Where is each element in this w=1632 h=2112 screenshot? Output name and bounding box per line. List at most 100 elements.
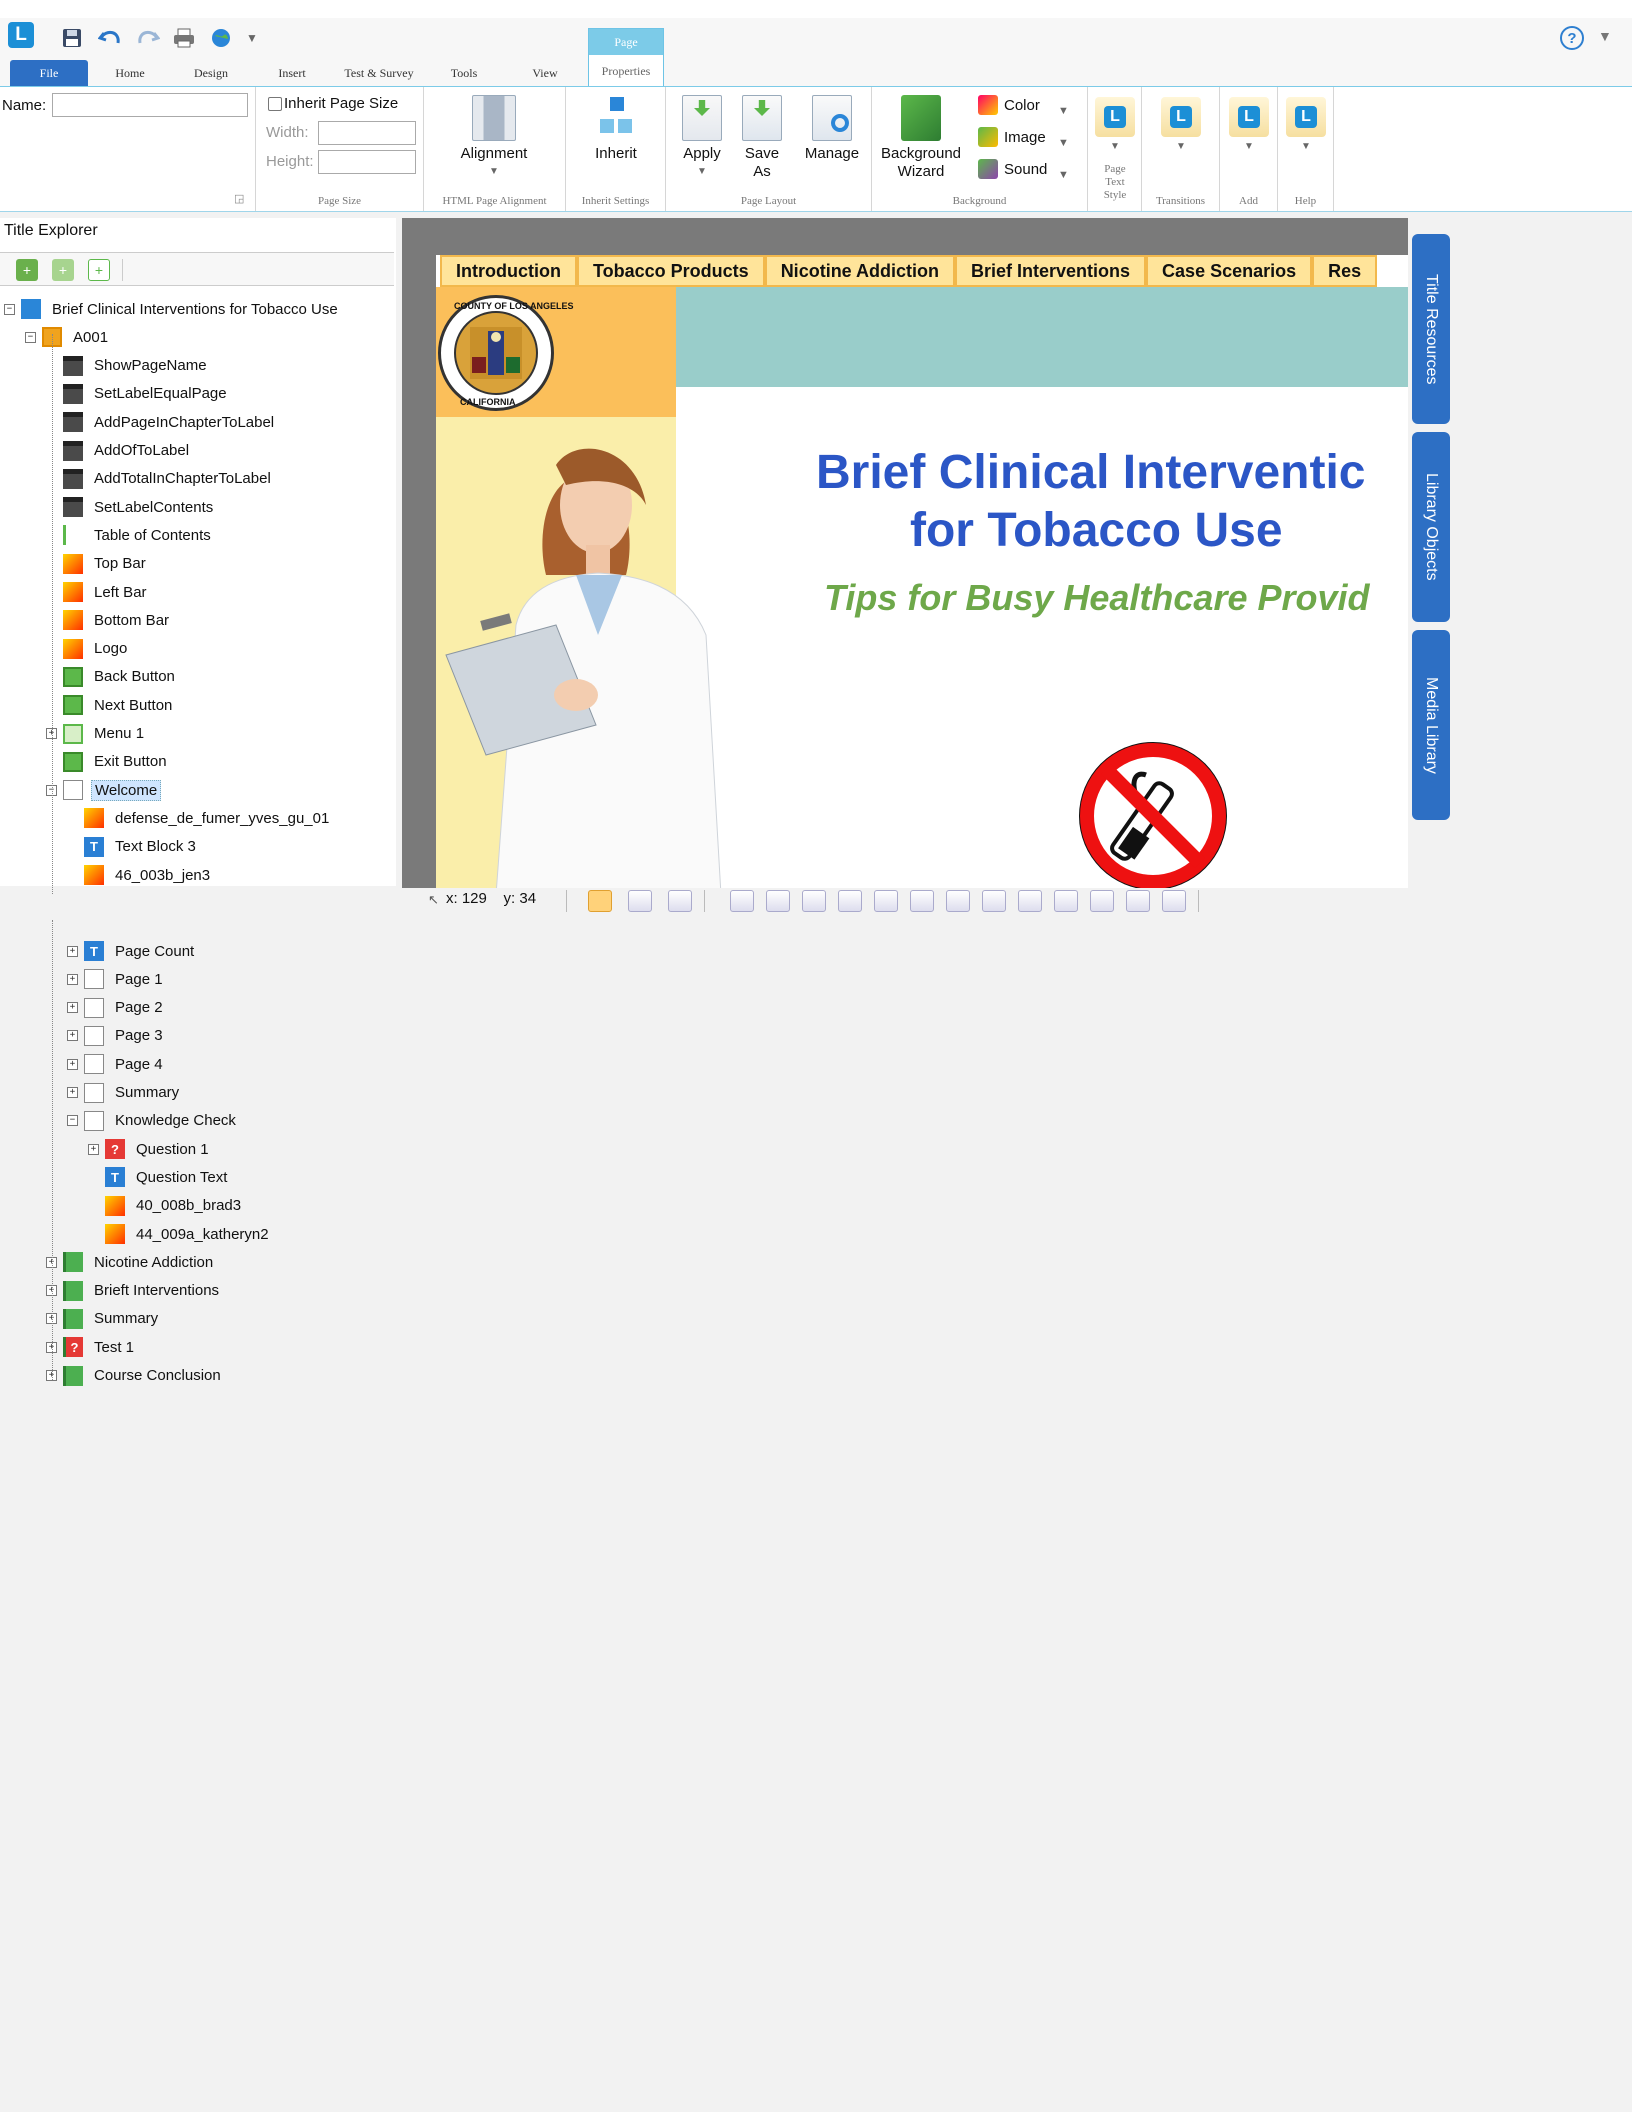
- background-wizard-button[interactable]: Background Wizard: [874, 95, 968, 181]
- preview-mode-icon[interactable]: [628, 890, 652, 912]
- side-tab-title-resources[interactable]: Title Resources: [1412, 234, 1450, 424]
- tree-item-table-of-contents[interactable]: Table of Contents: [46, 524, 214, 546]
- tree-item-course-conclusion[interactable]: + Course Conclusion: [46, 1365, 224, 1387]
- expand-icon[interactable]: +: [67, 1058, 78, 1070]
- tab-home[interactable]: Home: [100, 60, 160, 86]
- collapse-icon[interactable]: −: [67, 1115, 78, 1127]
- customize-dropdown-icon[interactable]: ▼: [238, 24, 266, 52]
- menu-item-case-scenarios[interactable]: Case Scenarios: [1146, 255, 1313, 287]
- menu-item-introduction[interactable]: Introduction: [440, 255, 577, 287]
- edit-mode-icon[interactable]: [588, 890, 612, 912]
- tree-item-text-block-3[interactable]: T Text Block 3: [67, 836, 199, 858]
- expand-icon[interactable]: +: [67, 1002, 78, 1014]
- tree-item-setlabelequalpage[interactable]: SetLabelEqualPage: [46, 383, 230, 405]
- tree-item-question-text[interactable]: T Question Text: [88, 1166, 230, 1188]
- tree-item-logo[interactable]: Logo: [46, 638, 130, 660]
- background-color-button[interactable]: Color: [978, 95, 1040, 115]
- tree-item-top-bar[interactable]: Top Bar: [46, 553, 149, 575]
- course-title-line1[interactable]: Brief Clinical Interventic: [816, 445, 1366, 500]
- course-subtitle[interactable]: Tips for Busy Healthcare Provid: [824, 577, 1370, 619]
- menu-item-tobacco-products[interactable]: Tobacco Products: [576, 255, 765, 287]
- expand-icon[interactable]: +: [88, 1143, 99, 1155]
- inherit-button[interactable]: Inherit: [576, 95, 656, 163]
- center-page-horizontal-icon[interactable]: [1126, 890, 1150, 912]
- tree-item-44-009a-katheryn2[interactable]: 44_009a_katheryn2: [88, 1223, 272, 1245]
- course-title-line2[interactable]: for Tobacco Use: [910, 503, 1283, 558]
- manage-layout-button[interactable]: Manage: [796, 95, 868, 163]
- menu-item-resources[interactable]: Res: [1312, 255, 1378, 287]
- tree-item-back-button[interactable]: Back Button: [46, 666, 178, 688]
- background-image-button[interactable]: Image: [978, 127, 1046, 147]
- distribute-horizontal-icon[interactable]: [1054, 890, 1078, 912]
- tree-item-40-008b-brad3[interactable]: 40_008b_brad3: [88, 1195, 244, 1217]
- publish-icon[interactable]: [208, 24, 236, 52]
- tree-item-page-2[interactable]: + Page 2: [67, 997, 166, 1019]
- inherit-page-size-checkbox[interactable]: [268, 96, 282, 111]
- collapse-icon[interactable]: −: [25, 331, 36, 343]
- add-chapter-icon[interactable]: +: [16, 259, 38, 281]
- add-section-icon[interactable]: +: [52, 259, 74, 281]
- expand-icon[interactable]: +: [67, 973, 78, 985]
- tree-item-nicotine-addiction[interactable]: + Nicotine Addiction: [46, 1251, 216, 1273]
- tree-item-showpagename[interactable]: ShowPageName: [46, 355, 210, 377]
- tree-item-brieft-interventions[interactable]: + Brieft Interventions: [46, 1280, 222, 1302]
- tab-file[interactable]: File: [10, 60, 88, 86]
- tree-item-question-1[interactable]: +? Question 1: [88, 1138, 212, 1160]
- redo-icon[interactable]: [134, 24, 162, 52]
- side-tab-media-library[interactable]: Media Library: [1412, 630, 1450, 820]
- background-sound-button[interactable]: Sound: [978, 159, 1047, 179]
- undo-icon[interactable]: [96, 24, 124, 52]
- print-icon[interactable]: [170, 24, 198, 52]
- distribute-vertical-icon[interactable]: [1090, 890, 1114, 912]
- tree-item-page-1[interactable]: + Page 1: [67, 968, 166, 990]
- align-bottom-icon[interactable]: [910, 890, 934, 912]
- collapse-icon[interactable]: −: [4, 303, 15, 315]
- align-center-icon[interactable]: [766, 890, 790, 912]
- tree-item-addoftolabel[interactable]: AddOfToLabel: [46, 440, 192, 462]
- tree-item-defense-de-fumer-yves-gu-01[interactable]: defense_de_fumer_yves_gu_01: [67, 807, 332, 829]
- tree-item-addpageinchaptertolabel[interactable]: AddPageInChapterToLabel: [46, 411, 277, 433]
- center-page-vertical-icon[interactable]: [1162, 890, 1186, 912]
- add-button[interactable]: L: [1229, 97, 1269, 137]
- tree-item-page-count[interactable]: + T Page Count: [67, 940, 197, 962]
- tree-item-next-button[interactable]: Next Button: [46, 694, 175, 716]
- dialog-launcher-icon[interactable]: ◲: [234, 192, 244, 205]
- menu-item-brief-interventions[interactable]: Brief Interventions: [955, 255, 1147, 287]
- tree-item-exit-button[interactable]: Exit Button: [46, 751, 170, 773]
- tree-item-page-4[interactable]: + Page 4: [67, 1053, 166, 1075]
- tree-item-a001[interactable]: − A001: [25, 326, 111, 348]
- tab-view[interactable]: View: [514, 60, 576, 86]
- tree-item-test-1[interactable]: +? Test 1: [46, 1336, 137, 1358]
- background-dropdown-icons[interactable]: ▼ ▼ ▼: [1058, 95, 1069, 191]
- transitions-button[interactable]: L: [1161, 97, 1201, 137]
- top-bar[interactable]: [676, 287, 1408, 387]
- expand-icon[interactable]: +: [67, 1087, 78, 1098]
- height-input[interactable]: [318, 150, 416, 174]
- alignment-button[interactable]: Alignment ▼: [454, 95, 534, 181]
- tab-design[interactable]: Design: [180, 60, 242, 86]
- tab-insert[interactable]: Insert: [262, 60, 322, 86]
- tree-item-bottom-bar[interactable]: Bottom Bar: [46, 609, 172, 631]
- app-logo-icon[interactable]: L: [8, 22, 34, 48]
- expand-icon[interactable]: +: [67, 1030, 78, 1042]
- help-dropdown-icon[interactable]: ▼: [1598, 28, 1612, 44]
- add-page-icon[interactable]: +: [88, 259, 110, 281]
- expand-icon[interactable]: +: [67, 945, 78, 957]
- tree-item-summary[interactable]: + Summary: [67, 1082, 182, 1104]
- align-top-icon[interactable]: [838, 890, 862, 912]
- same-height-icon[interactable]: [982, 890, 1006, 912]
- width-input[interactable]: [318, 121, 416, 145]
- name-input[interactable]: [52, 93, 248, 117]
- save-as-layout-button[interactable]: Save As: [734, 95, 790, 181]
- tree-item-summary[interactable]: + Summary: [46, 1308, 161, 1330]
- same-width-icon[interactable]: [946, 890, 970, 912]
- align-left-icon[interactable]: [730, 890, 754, 912]
- tree-item-page-3[interactable]: + Page 3: [67, 1025, 166, 1047]
- align-right-icon[interactable]: [802, 890, 826, 912]
- tab-test-survey[interactable]: Test & Survey: [334, 60, 424, 86]
- tree-item-menu-1[interactable]: + Menu 1: [46, 723, 147, 745]
- page-text-style-button[interactable]: L: [1095, 97, 1135, 137]
- save-icon[interactable]: [58, 24, 86, 52]
- same-size-icon[interactable]: [1018, 890, 1042, 912]
- tree-item-46-003b-jen3[interactable]: 46_003b_jen3: [67, 864, 213, 886]
